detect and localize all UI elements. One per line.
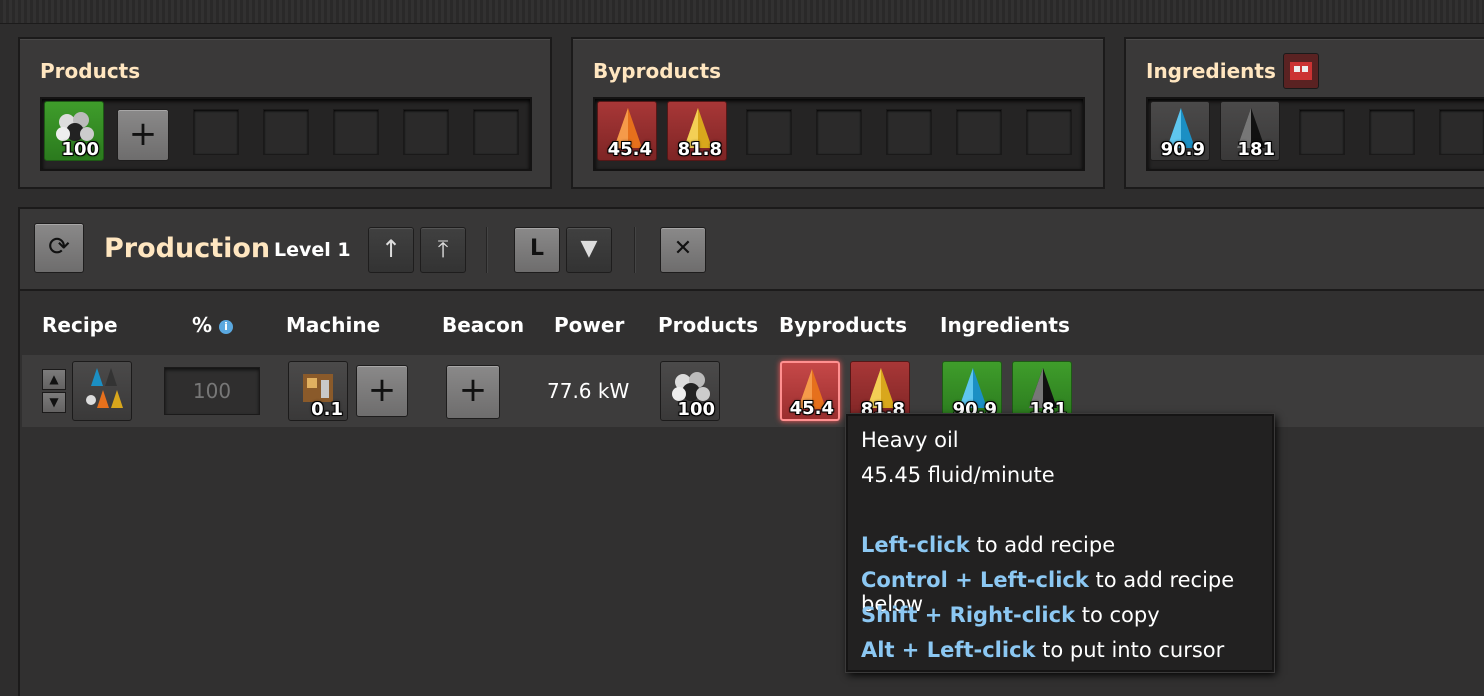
refresh-icon: ⟳	[48, 232, 70, 262]
hint-text: to copy	[1075, 603, 1160, 627]
chevron-down-icon: ▼	[49, 395, 59, 409]
product-count: 100	[61, 139, 99, 160]
row-byproduct-heavy-oil[interactable]: 45.4	[780, 361, 840, 421]
item-tooltip: Heavy oil 45.45 fluid/minute Left-click …	[846, 414, 1274, 672]
row-ingredient-water[interactable]: 90.9	[942, 361, 1002, 421]
ingredients-panel: Ingredients 90.9 181	[1124, 37, 1484, 189]
products-slotbar: 100 +	[40, 97, 532, 171]
tooltip-hint: Shift + Right-click to copy	[861, 603, 1160, 627]
tooltip-hint: Left-click to add recipe	[861, 533, 1115, 557]
filter-icon: ▼	[580, 236, 598, 261]
tools-button[interactable]: ✕	[660, 227, 706, 273]
percent-input[interactable]: 100	[164, 367, 260, 415]
product-slot-petroleum-gas[interactable]: 100	[44, 101, 104, 161]
column-header-products: Products	[658, 313, 759, 337]
empty-slot[interactable]	[473, 109, 519, 155]
level-top-button[interactable]: ⤒	[420, 227, 466, 273]
empty-slot[interactable]	[1299, 109, 1345, 155]
tooltip-hint: Alt + Left-click to put into cursor	[861, 638, 1224, 662]
level-up-button[interactable]: ↑	[368, 227, 414, 273]
byproducts-panel-title: Byproducts	[593, 59, 722, 83]
refresh-button[interactable]: ⟳	[34, 223, 84, 273]
products-panel: Products 100 +	[18, 37, 552, 189]
product-count: 100	[677, 399, 715, 420]
tooltip-rate: 45.45 fluid/minute	[861, 463, 1055, 487]
column-header-power: Power	[554, 313, 625, 337]
empty-slot[interactable]	[403, 109, 449, 155]
column-header-percent: % i	[192, 313, 234, 337]
empty-slot[interactable]	[1026, 109, 1072, 155]
column-header-byproducts: Byproducts	[779, 313, 908, 337]
toolbar-separator	[486, 227, 488, 273]
list-mode-button[interactable]: L	[514, 227, 560, 273]
byproduct-count: 81.8	[677, 139, 722, 160]
ingredient-count: 181	[1237, 139, 1275, 160]
add-beacon-button[interactable]: +	[446, 365, 500, 419]
ingredient-count: 90.9	[1160, 139, 1205, 160]
add-module-button[interactable]: +	[356, 365, 408, 417]
factory-icon[interactable]	[1283, 53, 1319, 89]
empty-slot[interactable]	[193, 109, 239, 155]
byproduct-slot-heavy-oil[interactable]: 45.4	[597, 101, 657, 161]
ingredient-slot-water[interactable]: 90.9	[1150, 101, 1210, 161]
toolbar-separator	[634, 227, 636, 273]
arrow-up-icon: ↑	[380, 235, 402, 263]
empty-slot[interactable]	[956, 109, 1002, 155]
wrench-screwdriver-icon: ✕	[673, 236, 693, 261]
tooltip-title: Heavy oil	[861, 428, 959, 452]
hint-key: Control + Left-click	[861, 568, 1089, 592]
hint-key: Alt + Left-click	[861, 638, 1036, 662]
ingredients-slotbar: 90.9 181	[1146, 97, 1484, 171]
column-header-machine: Machine	[286, 313, 381, 337]
row-product-petroleum-gas[interactable]: 100	[660, 361, 720, 421]
ingredient-slot-crude-oil[interactable]: 181	[1220, 101, 1280, 161]
empty-slot[interactable]	[1369, 109, 1415, 155]
byproduct-slot-light-oil[interactable]: 81.8	[667, 101, 727, 161]
hint-key: Left-click	[861, 533, 970, 557]
hint-key: Shift + Right-click	[861, 603, 1076, 627]
plus-icon: +	[458, 370, 488, 410]
column-header-ingredients: Ingredients	[940, 313, 1070, 337]
hint-text: to put into cursor	[1035, 638, 1225, 662]
chevron-up-icon: ▲	[49, 372, 59, 386]
production-title: Production	[104, 233, 271, 264]
hint-text: to add recipe	[969, 533, 1116, 557]
byproduct-count: 45.4	[607, 139, 652, 160]
arrow-to-top-icon: ⤒	[437, 235, 449, 263]
machine-count: 0.1	[311, 399, 343, 420]
add-product-button[interactable]: +	[117, 109, 169, 161]
oil-processing-icon	[86, 368, 123, 408]
list-l-icon: L	[529, 236, 545, 261]
top-toolbar-strip	[0, 0, 1484, 24]
column-header-recipe: Recipe	[42, 313, 118, 337]
byproducts-panel: Byproducts 45.4 81.8	[571, 37, 1105, 189]
move-down-button[interactable]: ▼	[42, 392, 66, 413]
plus-icon: +	[367, 370, 397, 410]
byproduct-count: 45.4	[789, 398, 834, 419]
row-byproduct-light-oil[interactable]: 81.8	[850, 361, 910, 421]
empty-slot[interactable]	[886, 109, 932, 155]
info-icon[interactable]: i	[219, 319, 234, 334]
empty-slot[interactable]	[333, 109, 379, 155]
filter-button[interactable]: ▼	[566, 227, 612, 273]
products-panel-title: Products	[40, 59, 141, 83]
power-value: 77.6 kW	[547, 379, 630, 403]
ingredients-panel-title: Ingredients	[1146, 59, 1276, 83]
column-header-beacon: Beacon	[442, 313, 525, 337]
machine-button[interactable]: 0.1	[288, 361, 348, 421]
empty-slot[interactable]	[746, 109, 792, 155]
production-toolbar: ⟳ Production Level 1 ↑ ⤒ L ▼ ✕	[20, 209, 1484, 291]
percent-label: %	[192, 313, 213, 337]
row-ingredient-crude-oil[interactable]: 181	[1012, 361, 1072, 421]
empty-slot[interactable]	[263, 109, 309, 155]
row-reorder-buttons: ▲ ▼	[42, 369, 66, 413]
level-label: Level 1	[274, 239, 351, 261]
empty-slot[interactable]	[1439, 109, 1484, 155]
byproducts-slotbar: 45.4 81.8	[593, 97, 1085, 171]
recipe-button[interactable]	[72, 361, 132, 421]
empty-slot[interactable]	[816, 109, 862, 155]
move-up-button[interactable]: ▲	[42, 369, 66, 390]
plus-icon: +	[128, 114, 158, 154]
